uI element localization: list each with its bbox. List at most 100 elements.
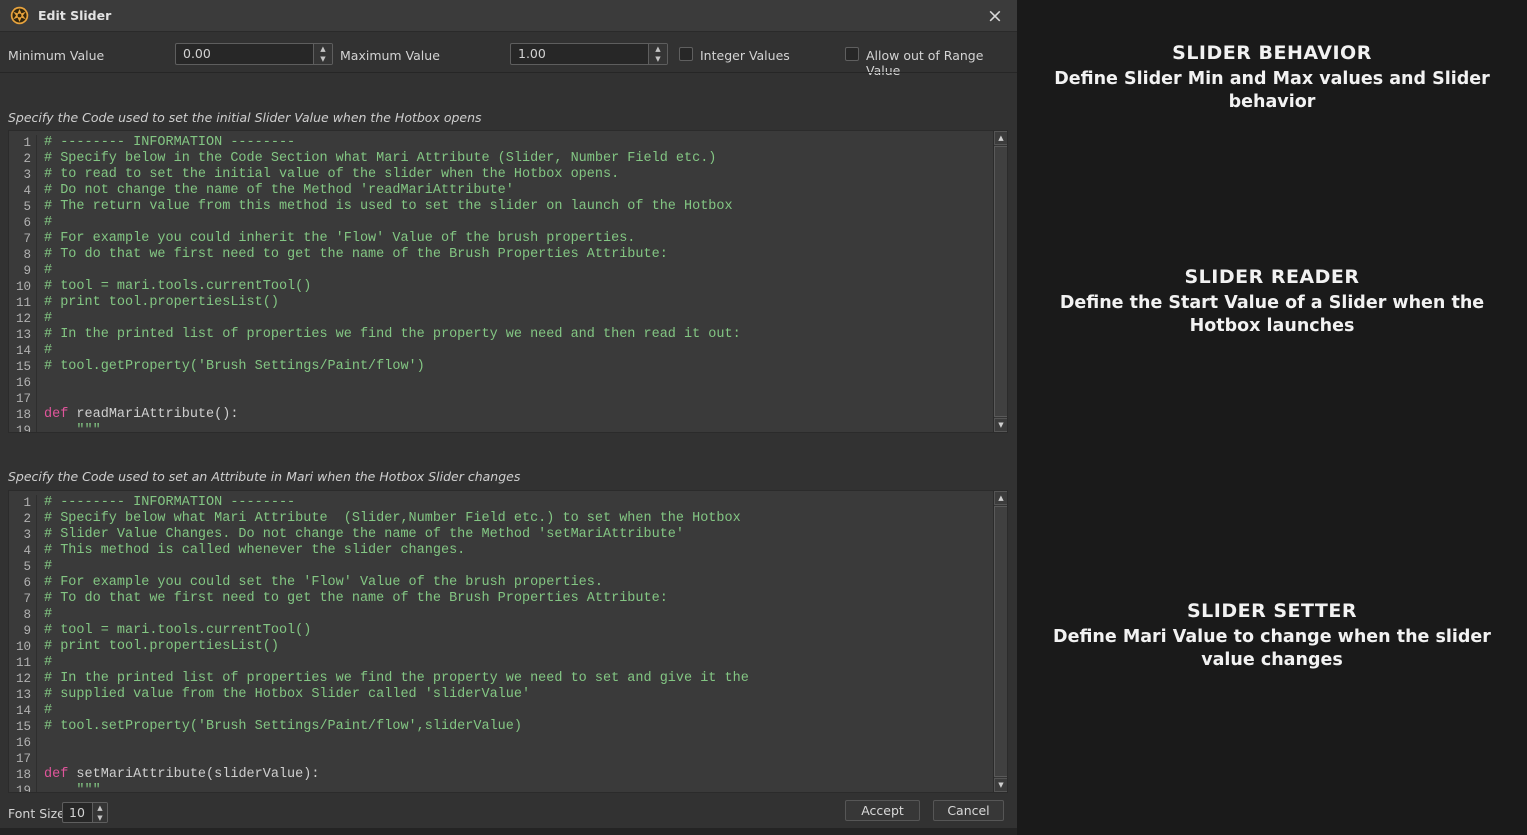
line-number: 6 [9, 215, 37, 231]
maximum-value-field[interactable]: 1.00 ▲ ▼ [510, 43, 668, 65]
line-number: 10 [9, 639, 37, 655]
line-number: 2 [9, 151, 37, 167]
code-line: 8# To do that we first need to get the n… [9, 247, 993, 263]
minimum-value-field[interactable]: 0.00 ▲ ▼ [175, 43, 333, 65]
scrollbar-thumb[interactable] [994, 506, 1008, 777]
code-line: 6# For example you could set the 'Flow' … [9, 575, 993, 591]
code-line: 4# This method is called whenever the sl… [9, 543, 993, 559]
spin-down-icon[interactable]: ▼ [93, 813, 107, 823]
line-number: 5 [9, 559, 37, 575]
line-number: 14 [9, 703, 37, 719]
spin-up-icon[interactable]: ▲ [93, 803, 107, 813]
line-number: 10 [9, 279, 37, 295]
line-number: 7 [9, 591, 37, 607]
font-size-field[interactable]: 10 ▲ ▼ [62, 802, 108, 823]
annotation-desc: Define Mari Value to change when the sli… [1036, 626, 1508, 672]
code-line: 2# Specify below in the Code Section wha… [9, 151, 993, 167]
maximum-value-text[interactable]: 1.00 [511, 44, 648, 64]
code-line: 3# to read to set the initial value of t… [9, 167, 993, 183]
setter-scrollbar[interactable]: ▲ ▼ [993, 491, 1007, 792]
allow-out-of-range-checkbox[interactable] [845, 47, 859, 61]
font-size-label: Font Size [8, 806, 65, 821]
code-line: 1# -------- INFORMATION -------- [9, 135, 993, 151]
scroll-down-icon[interactable]: ▼ [994, 778, 1008, 792]
cancel-button[interactable]: Cancel [933, 800, 1004, 821]
minimum-value-text[interactable]: 0.00 [176, 44, 313, 64]
code-line: 7# For example you could inherit the 'Fl… [9, 231, 993, 247]
scroll-up-icon[interactable]: ▲ [994, 131, 1008, 145]
line-number: 14 [9, 343, 37, 359]
annotation-desc: Define the Start Value of a Slider when … [1036, 292, 1508, 338]
line-number: 1 [9, 135, 37, 151]
scrollbar-thumb[interactable] [994, 146, 1008, 417]
allow-out-of-range-label: Allow out of Range Value [866, 48, 1017, 78]
line-number: 11 [9, 295, 37, 311]
integer-values-checkbox[interactable] [679, 47, 693, 61]
reader-scrollbar[interactable]: ▲ ▼ [993, 131, 1007, 432]
mari-app-icon [10, 6, 29, 25]
code-line: 5# The return value from this method is … [9, 199, 993, 215]
line-number: 8 [9, 247, 37, 263]
code-line: 8# [9, 607, 993, 623]
code-line: 4# Do not change the name of the Method … [9, 183, 993, 199]
code-line: 9# tool = mari.tools.currentTool() [9, 623, 993, 639]
line-number: 12 [9, 311, 37, 327]
title-bar[interactable]: Edit Slider × [0, 0, 1017, 32]
scroll-down-icon[interactable]: ▼ [994, 418, 1008, 432]
line-number: 19 [9, 783, 37, 792]
spin-up-icon[interactable]: ▲ [314, 44, 332, 54]
setter-code-area[interactable]: 1# -------- INFORMATION --------2# Speci… [9, 491, 993, 792]
code-line: 18def setMariAttribute(sliderValue): [9, 767, 993, 783]
code-line: 12# In the printed list of properties we… [9, 671, 993, 687]
code-line: 10# tool = mari.tools.currentTool() [9, 279, 993, 295]
annotation-slider-behavior: SLIDER BEHAVIOR Define Slider Min and Ma… [1017, 40, 1527, 114]
code-editor-reader[interactable]: 1# -------- INFORMATION --------2# Speci… [8, 130, 1008, 433]
maximum-value-spinner[interactable]: ▲ ▼ [648, 44, 667, 64]
line-number: 9 [9, 263, 37, 279]
line-number: 17 [9, 391, 37, 407]
code-line: 18def readMariAttribute(): [9, 407, 993, 423]
line-number: 2 [9, 511, 37, 527]
line-number: 18 [9, 767, 37, 783]
font-size-spinner[interactable]: ▲ ▼ [92, 803, 107, 822]
code-line: 9# [9, 263, 993, 279]
annotation-slider-reader: SLIDER READER Define the Start Value of … [1017, 264, 1527, 338]
line-number: 12 [9, 671, 37, 687]
code-line: 17 [9, 391, 993, 407]
integer-values-label: Integer Values [700, 48, 790, 63]
code-line: 14# [9, 343, 993, 359]
code-line: 2# Specify below what Mari Attribute (Sl… [9, 511, 993, 527]
code-line: 11# print tool.propertiesList() [9, 295, 993, 311]
line-number: 7 [9, 231, 37, 247]
font-size-value[interactable]: 10 [63, 803, 92, 822]
accept-button[interactable]: Accept [845, 800, 920, 821]
minimum-value-spinner[interactable]: ▲ ▼ [313, 44, 332, 64]
line-number: 8 [9, 607, 37, 623]
code-line: 16 [9, 735, 993, 751]
code-line: 1# -------- INFORMATION -------- [9, 495, 993, 511]
line-number: 6 [9, 575, 37, 591]
line-number: 11 [9, 655, 37, 671]
spin-down-icon[interactable]: ▼ [649, 54, 667, 64]
line-number: 13 [9, 687, 37, 703]
close-icon[interactable]: × [983, 4, 1007, 28]
line-number: 9 [9, 623, 37, 639]
spin-up-icon[interactable]: ▲ [649, 44, 667, 54]
spin-down-icon[interactable]: ▼ [314, 54, 332, 64]
annotation-title: SLIDER BEHAVIOR [1035, 40, 1509, 66]
line-number: 3 [9, 527, 37, 543]
line-number: 4 [9, 183, 37, 199]
code-editor-setter[interactable]: 1# -------- INFORMATION --------2# Speci… [8, 490, 1008, 793]
line-number: 15 [9, 719, 37, 735]
code-line: 16 [9, 375, 993, 391]
line-number: 19 [9, 423, 37, 432]
code-line: 19 """ [9, 783, 993, 792]
scroll-up-icon[interactable]: ▲ [994, 491, 1008, 505]
line-number: 16 [9, 735, 37, 751]
code-line: 10# print tool.propertiesList() [9, 639, 993, 655]
code-line: 12# [9, 311, 993, 327]
code-line: 11# [9, 655, 993, 671]
reader-code-area[interactable]: 1# -------- INFORMATION --------2# Speci… [9, 131, 993, 432]
edit-slider-dialog: Edit Slider × Minimum Value 0.00 ▲ ▼ Max… [0, 0, 1017, 835]
code-line: 15# tool.setProperty('Brush Settings/Pai… [9, 719, 993, 735]
